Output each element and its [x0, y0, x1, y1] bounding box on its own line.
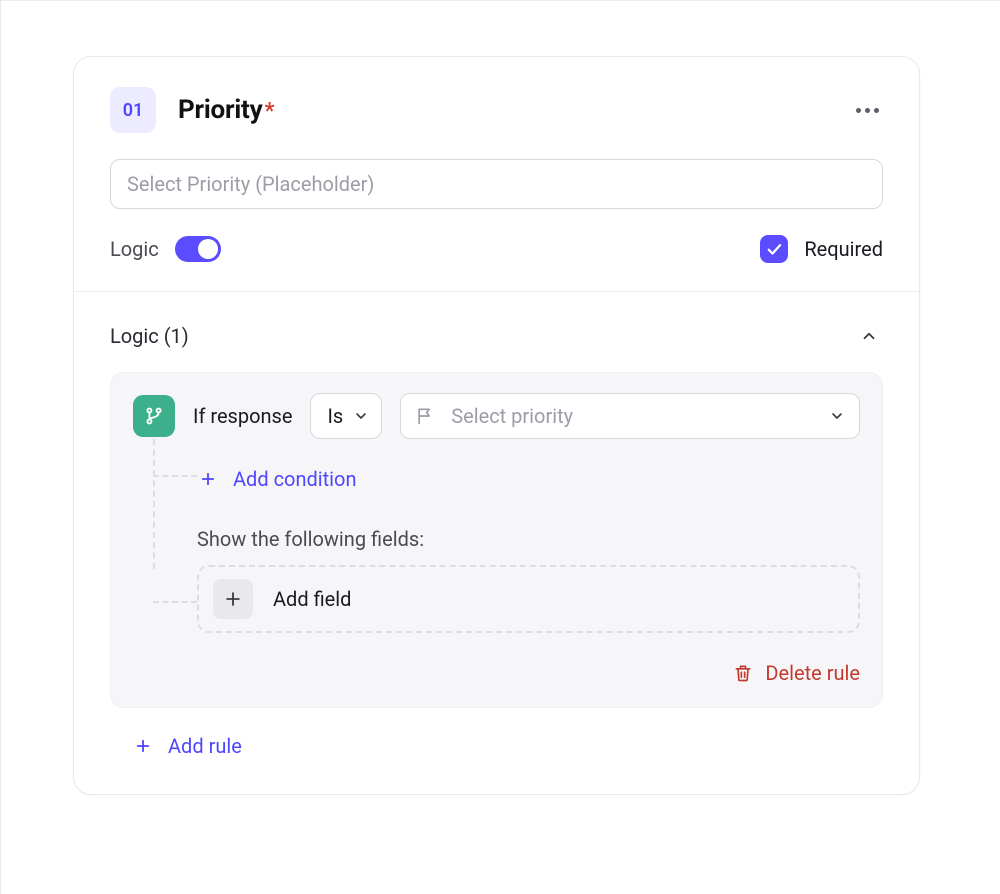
- card-header-section: 01 Priority * Select Priority (Placehold…: [74, 57, 919, 292]
- chevron-down-icon: [829, 408, 845, 424]
- logic-label: Logic: [110, 237, 159, 261]
- flag-icon: [415, 406, 435, 426]
- add-condition-label: Add condition: [233, 467, 357, 491]
- required-checkbox[interactable]: [760, 235, 788, 263]
- card-header-row: 01 Priority *: [110, 87, 883, 133]
- delete-rule-button[interactable]: Delete rule: [133, 661, 860, 685]
- add-condition-button[interactable]: Add condition: [197, 461, 860, 497]
- priority-condition-select[interactable]: Select priority: [400, 393, 860, 439]
- tree-line: [153, 439, 155, 569]
- field-index-badge: 01: [110, 87, 156, 133]
- add-field-plus-button[interactable]: [213, 579, 253, 619]
- priority-condition-placeholder: Select priority: [451, 404, 813, 428]
- if-response-text: If response: [193, 404, 292, 428]
- git-branch-icon: [143, 405, 165, 427]
- toggle-row: Logic Required: [110, 235, 883, 263]
- add-rule-label: Add rule: [168, 734, 242, 758]
- operator-label: Is: [327, 404, 343, 428]
- required-star: *: [265, 99, 275, 124]
- chevron-down-icon: [353, 408, 369, 424]
- branch-icon: [133, 395, 175, 437]
- add-rule-button[interactable]: Add rule: [110, 734, 883, 758]
- top-hairline: [1, 0, 1000, 1]
- card-body: Logic (1): [74, 292, 919, 794]
- rule-card: If response Is: [110, 372, 883, 708]
- plus-icon: [197, 468, 219, 490]
- plus-icon: [223, 589, 243, 609]
- field-card: 01 Priority * Select Priority (Placehold…: [73, 56, 920, 795]
- priority-main-select[interactable]: Select Priority (Placeholder): [110, 159, 883, 209]
- check-icon: [765, 240, 783, 258]
- page-root: 01 Priority * Select Priority (Placehold…: [0, 0, 1000, 894]
- add-field-label: Add field: [273, 587, 351, 611]
- field-title: Priority: [178, 95, 263, 125]
- title-wrap: Priority *: [178, 95, 275, 125]
- required-label: Required: [804, 237, 883, 261]
- more-actions-button[interactable]: [851, 94, 883, 126]
- logic-section-title: Logic (1): [110, 324, 189, 348]
- add-field-branch: Add field: [197, 565, 860, 633]
- add-field-box[interactable]: Add field: [197, 565, 860, 633]
- delete-rule-label: Delete rule: [765, 661, 860, 685]
- trash-icon: [733, 663, 753, 683]
- chevron-up-icon: [860, 327, 878, 345]
- condition-row: If response Is: [133, 393, 860, 439]
- toggle-knob: [198, 239, 218, 259]
- logic-toggle[interactable]: [175, 236, 221, 262]
- show-fields-label: Show the following fields:: [197, 527, 860, 551]
- add-condition-branch: Add condition Show the following fields:: [197, 439, 860, 551]
- operator-select[interactable]: Is: [310, 393, 382, 439]
- collapse-button[interactable]: [855, 322, 883, 350]
- plus-icon: [132, 735, 154, 757]
- logic-section-header: Logic (1): [110, 322, 883, 350]
- field-index: 01: [123, 100, 144, 121]
- priority-main-placeholder: Select Priority (Placeholder): [127, 172, 374, 196]
- ellipsis-icon: [856, 108, 879, 113]
- tree-wrap: Add condition Show the following fields:: [133, 439, 860, 633]
